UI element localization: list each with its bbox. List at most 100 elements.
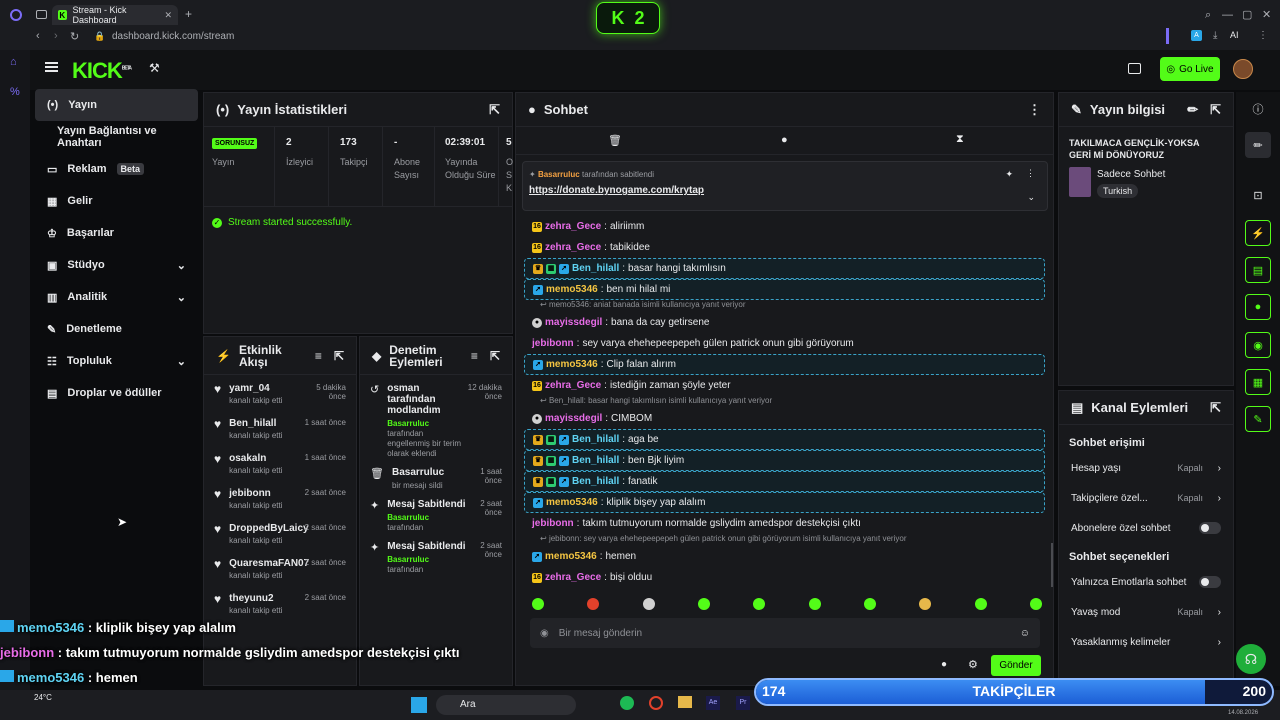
popout-icon[interactable]: ⇱ [489,102,500,118]
sidebar-item-analitik[interactable]: ▥ Analitik ⌄ [35,281,198,313]
emote-icon[interactable] [642,598,655,610]
popout-icon[interactable]: ⇱ [490,349,500,363]
opera-icon[interactable] [649,696,663,710]
sidebar-item-denetleme[interactable]: ✎ Denetleme [35,313,198,345]
chat-username[interactable]: memo5346 [546,497,598,508]
chat-message[interactable]: ➚ memo5346: Clip falan alırım [524,354,1045,375]
send-button[interactable]: Gönder [991,655,1041,676]
chat-username[interactable]: zehra_Gece [545,380,601,391]
chat-username[interactable]: jebibonn [532,338,574,349]
kick-logo[interactable]: KICKBETA [72,58,132,84]
sidebar-item-gelir[interactable]: ▦ Gelir [35,185,198,217]
broadcast-icon[interactable]: ◉ [1245,332,1271,358]
chat-username[interactable]: memo5346 [546,359,598,370]
sidebar-item-basarilar[interactable]: ♔ Başarılar [35,217,198,249]
chat-icon[interactable]: ● [1245,294,1271,320]
after-effects-icon[interactable]: Ae [706,696,720,710]
unpin-icon[interactable]: ✦ [1005,169,1013,180]
headset-icon[interactable]: ☊ [1236,644,1266,674]
chat-bubble-icon[interactable]: ● [781,134,788,146]
chat-username[interactable]: zehra_Gece [545,242,601,253]
trash-icon[interactable]: 🗑 [608,134,622,147]
reload-icon[interactable]: ↻ [70,30,79,43]
folder-icon[interactable] [678,696,692,708]
setting-row[interactable]: Yavaş mod Kapalı › [1059,597,1233,627]
sidebar-item-reklam[interactable]: ▭ Reklam Beta [35,153,198,185]
popout-icon[interactable]: ⇱ [334,349,344,363]
chat-message[interactable]: ➚ memo5346: ben mi hilal mi [524,279,1045,300]
setting-row[interactable]: Takipçilere özel... Kapalı › [1059,483,1233,513]
emote-icon[interactable] [753,598,766,610]
setting-row[interactable]: Yasaklanmış kelimeler › [1059,627,1233,657]
chat-message[interactable]: 16 zehra_Gece: bişi olduu [524,567,1045,588]
avatar[interactable] [1233,59,1253,79]
chat-message[interactable]: 16 zehra_Gece: aliriimm [524,216,1045,237]
edit-icon[interactable]: ✏ [1187,102,1198,118]
setting-row[interactable]: Hesap yaşı Kapalı › [1059,453,1233,483]
more-icon[interactable]: ⋮ [1026,168,1035,179]
setting-row[interactable]: Abonelere özel sohbet [1059,513,1233,543]
document-icon[interactable]: ▤ [1245,257,1271,283]
chat-message[interactable]: jebibonn: sey varya ehehepeepepeh gülen p… [524,333,1045,354]
emote-icon[interactable] [532,598,544,610]
wrench-icon[interactable]: ✎ [1245,406,1271,432]
filter-icon[interactable]: ≡ [315,349,322,363]
chat-message[interactable]: ♛ ▦ ➚ Ben_hilall: aga be [524,429,1045,450]
rail-icon-2[interactable]: % [10,86,20,98]
emote-icon[interactable] [1029,598,1042,610]
activity-item[interactable]: ♥ DroppedByLaicy kanalı takip etti 2 saat ö… [204,521,356,556]
browser-logo-icon[interactable] [10,9,22,21]
chat-username[interactable]: Ben_hilall [572,455,619,466]
sidebar-item-yayin[interactable]: (•) Yayın [35,89,198,121]
chat-message[interactable]: 16 zehra_Gece: istediğin zaman şöyle yeter [524,375,1045,396]
kick-preview-icon[interactable] [1128,63,1141,74]
chat-message[interactable]: ♛ ▦ ➚ Ben_hilall: basar hangi takımlısın [524,258,1045,279]
popout-icon[interactable]: ⇱ [1210,400,1221,416]
spotify-icon[interactable] [620,696,634,710]
gear-icon[interactable]: ⚙ [968,658,978,671]
back-icon[interactable]: ‹ [36,30,40,42]
tools-icon[interactable]: ⚒ [149,61,160,75]
capture-icon[interactable]: ⊡ [1245,182,1271,208]
download-icon[interactable]: ⤓ [1213,30,1217,41]
rail-icon-1[interactable]: ⌂ [10,56,17,68]
chat-username[interactable]: mayissdegil [545,413,602,424]
pinned-link[interactable]: https://donate.bynogame.com/krytap [523,179,1047,202]
activity-item[interactable]: ♥ Ben_hilall kanalı takip etti 1 saat önce [204,416,356,451]
popout-icon[interactable]: ⇱ [1210,102,1221,118]
emote-icon[interactable] [697,598,710,610]
search-icon[interactable]: ⌕ [1205,9,1211,22]
close-tab-icon[interactable]: ✕ [164,10,172,21]
chat-username[interactable]: Ben_hilall [572,434,619,445]
sidebar-item-studyo[interactable]: ▣ Stüdyo ⌄ [35,249,198,281]
activity-item[interactable]: ♥ jebibonn kanalı takip etti 2 saat önce [204,486,356,521]
chat-message[interactable]: ● mayissdegil: CIMBOM [524,408,1045,429]
chat-message[interactable]: ➚ memo5346: kliplik bişey yap alalım [524,492,1045,513]
chat-username[interactable]: mayissdegil [545,317,602,328]
tab-grid-icon[interactable] [36,10,47,19]
activity-item[interactable]: ♥ osakaln kanalı takip etti 1 saat önce [204,451,356,486]
chat-message[interactable]: 16 zehra_Gece: tabikidee [524,237,1045,258]
chat-username[interactable]: memo5346 [546,284,598,295]
info-icon[interactable]: ⓘ [1245,96,1271,122]
minimize-icon[interactable]: — [1222,9,1233,21]
chat-username[interactable]: zehra_Gece [545,572,601,583]
menu-dots-icon[interactable]: ⋮ [1258,30,1268,41]
chat-username[interactable]: Ben_hilall [572,476,619,487]
chat-message[interactable]: ➚ memo5346: hemen [524,546,1045,567]
emote-icon[interactable] [863,598,876,610]
hamburger-icon[interactable] [45,62,58,72]
activity-item[interactable]: ♥ yamr_04 kanalı takip etti 5 dakika önce [204,381,356,416]
layout-icon[interactable]: ▦ [1245,369,1271,395]
emote-icon[interactable] [974,598,987,610]
emote-icon[interactable] [919,598,932,610]
hourglass-icon[interactable]: ⧗ [956,133,964,146]
chat-scrollbar[interactable] [1051,543,1053,587]
filter-icon[interactable]: ≡ [471,349,478,363]
chat-username[interactable]: jebibonn [532,518,574,529]
chat-message[interactable]: jebibonn: takım tutmuyorum normalde gsliy… [524,513,1045,534]
maximize-icon[interactable]: ▢ [1242,8,1252,21]
chat-username[interactable]: memo5346 [545,551,597,562]
sidebar-item-stream-key[interactable]: Yayın Bağlantısı ve Anahtarı [35,121,198,153]
more-icon[interactable]: ⋮ [1028,102,1041,118]
